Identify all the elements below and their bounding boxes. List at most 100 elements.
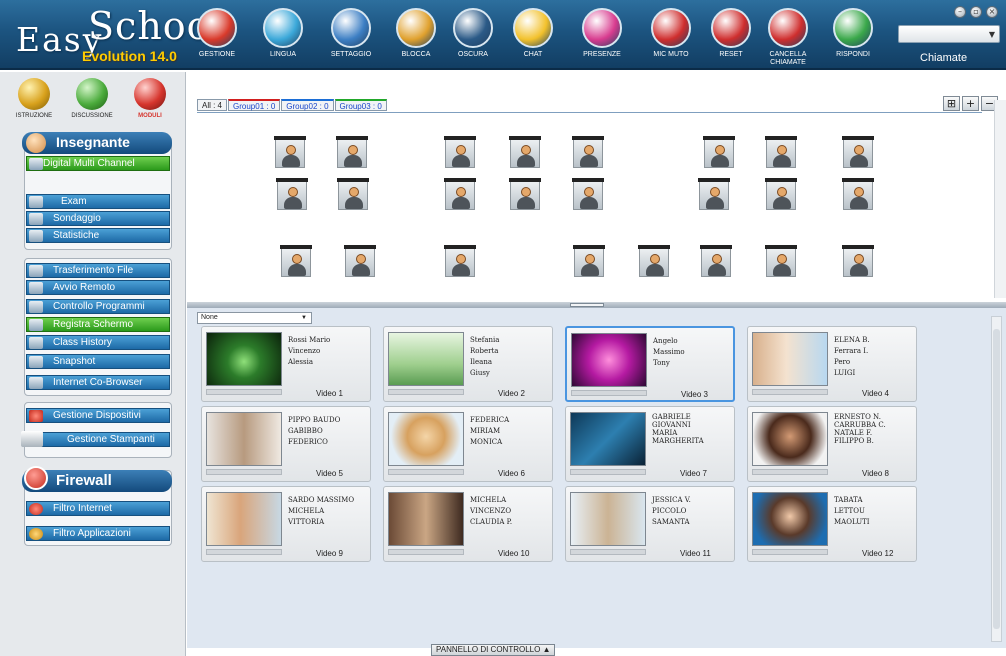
student-desk[interactable] <box>344 245 376 277</box>
video-controls-bar[interactable] <box>570 469 646 475</box>
toolbar-blocca-button[interactable]: BLOCCA <box>385 8 447 66</box>
mode-moduli[interactable]: MODULI <box>120 78 180 119</box>
video-card[interactable]: GABRIELE GIOVANNI MARIA MARGHERITA Video 7 <box>565 406 735 482</box>
student-desk[interactable] <box>573 245 605 277</box>
sidebar-item-digital-multi-channel[interactable]: Digital Multi Channel <box>26 156 170 171</box>
student-desk[interactable] <box>842 136 874 168</box>
student-desk[interactable] <box>276 178 308 210</box>
sidebar-item-exam[interactable]: Exam <box>26 194 170 209</box>
video-thumbnail[interactable] <box>388 492 464 546</box>
sidebar-item-avvio-remoto[interactable]: Avvio Remoto <box>26 280 170 295</box>
control-panel-button[interactable]: PANNELLO DI CONTROLLO ▲ <box>431 644 556 656</box>
video-card[interactable]: Angelo Massimo Tony Video 3 <box>565 326 735 402</box>
toolbar-rispondi-button[interactable]: RISPONDI <box>822 8 884 66</box>
tab-group01[interactable]: Group01 : 0 <box>228 99 281 111</box>
sidebar-item-controllo-programmi[interactable]: Controllo Programmi <box>26 299 170 314</box>
sidebar-item-statistiche[interactable]: Statistiche <box>26 228 170 243</box>
toolbar-reset-button[interactable]: RESET <box>700 8 762 66</box>
minimize-window-icon[interactable]: – <box>954 6 966 18</box>
video-card[interactable]: ELENA B. Ferrara I. Pero LUIGI Video 4 <box>747 326 917 402</box>
video-card[interactable]: Rossi Mario Vincenzo Alessia Video 1 <box>201 326 371 402</box>
student-desk[interactable] <box>274 136 306 168</box>
video-controls-bar[interactable] <box>206 389 282 395</box>
video-scrollbar[interactable] <box>991 316 1002 642</box>
video-controls-bar[interactable] <box>388 389 464 395</box>
student-desk[interactable] <box>842 178 874 210</box>
sidebar-item-gestione-stampanti[interactable]: Gestione Stampanti <box>21 431 170 447</box>
sidebar-item-internet-co-browser[interactable]: Internet Co-Browser <box>26 375 170 390</box>
sidebar-item-snapshot[interactable]: Snapshot <box>26 354 170 369</box>
video-controls-bar[interactable] <box>752 469 828 475</box>
video-thumbnail[interactable] <box>752 492 828 546</box>
tab-group03[interactable]: Group03 : 0 <box>334 99 387 111</box>
student-desk[interactable] <box>698 178 730 210</box>
video-controls-bar[interactable] <box>570 549 646 555</box>
student-desk[interactable] <box>638 245 670 277</box>
video-thumbnail[interactable] <box>388 412 464 466</box>
student-desk[interactable] <box>444 178 476 210</box>
video-card[interactable]: MICHELA VINCENZO CLAUDIA P. Video 10 <box>383 486 553 562</box>
video-controls-bar[interactable] <box>206 469 282 475</box>
grid-view-button[interactable]: ⊞ <box>943 96 960 111</box>
student-desk[interactable] <box>444 245 476 277</box>
sidebar-item-filtro-internet[interactable]: Filtro Internet <box>26 501 170 516</box>
video-scrollbar-thumb[interactable] <box>993 329 1000 629</box>
video-card[interactable]: TABATA LETTOU MAOLUTI Video 12 <box>747 486 917 562</box>
tab-group02[interactable]: Group02 : 0 <box>281 99 334 111</box>
student-desk[interactable] <box>509 136 541 168</box>
sidebar-item-gestione-dispositivi[interactable]: Gestione Dispositivi <box>26 408 170 423</box>
tab-all[interactable]: All : 4 <box>197 99 228 111</box>
student-desk[interactable] <box>337 178 369 210</box>
video-card[interactable]: FEDERICA MIRIAM MONICA Video 6 <box>383 406 553 482</box>
student-desk[interactable] <box>765 245 797 277</box>
video-card[interactable]: Stefania Roberta Ileana Giusy Video 2 <box>383 326 553 402</box>
video-card[interactable]: PIPPO BAUDO GABIBBO FEDERICO Video 5 <box>201 406 371 482</box>
video-controls-bar[interactable] <box>571 390 647 396</box>
mode-istruzione[interactable]: ISTRUZIONE <box>4 78 64 119</box>
sidebar-item-sondaggio[interactable]: Sondaggio <box>26 211 170 226</box>
video-thumbnail[interactable] <box>388 332 464 386</box>
toolbar-mic-muto-button[interactable]: MIC MUTO <box>640 8 702 66</box>
student-desk[interactable] <box>842 245 874 277</box>
student-desk[interactable] <box>509 178 541 210</box>
video-controls-bar[interactable] <box>206 549 282 555</box>
toolbar-cancella-chiamate-button[interactable]: CANCELLA CHIAMATE <box>757 8 819 66</box>
video-card[interactable]: SARDO MASSIMO MICHELA VITTORIA Video 9 <box>201 486 371 562</box>
sidebar-item-registra-schermo[interactable]: Registra Schermo <box>26 317 170 332</box>
zoom-in-button[interactable]: + <box>962 96 979 111</box>
student-desk[interactable] <box>572 136 604 168</box>
student-desk[interactable] <box>336 136 368 168</box>
video-card[interactable]: ERNESTO N. CARRUBBA C. NATALE F. FILIPPO B.… <box>747 406 917 482</box>
sidebar-item-class-history[interactable]: Class History <box>26 335 170 350</box>
video-thumbnail[interactable] <box>570 492 646 546</box>
video-thumbnail[interactable] <box>206 412 282 466</box>
video-card[interactable]: JESSICA V. PICCOLO SAMANTA Video 11 <box>565 486 735 562</box>
video-thumbnail[interactable] <box>571 333 647 387</box>
toolbar-chat-button[interactable]: CHAT <box>502 8 564 66</box>
mode-discussione[interactable]: DISCUSSIONE <box>62 78 122 119</box>
sidebar-item-filtro-applicazioni[interactable]: Filtro Applicazioni <box>26 526 170 541</box>
video-thumbnail[interactable] <box>206 332 282 386</box>
toolbar-gestione-button[interactable]: GESTIONE <box>186 8 248 66</box>
video-thumbnail[interactable] <box>752 412 828 466</box>
close-window-icon[interactable]: × <box>986 6 998 18</box>
toolbar-settaggio-button[interactable]: SETTAGGIO <box>320 8 382 66</box>
restore-window-icon[interactable]: ▫ <box>970 6 982 18</box>
video-thumbnail[interactable] <box>206 492 282 546</box>
student-desk[interactable] <box>444 136 476 168</box>
classroom-scrollbar[interactable] <box>994 100 1006 298</box>
toolbar-lingua-button[interactable]: LINGUA <box>252 8 314 66</box>
video-filter-select[interactable]: None ▼ <box>197 312 312 324</box>
sidebar-item-trasferimento-file[interactable]: Trasferimento File <box>26 263 170 278</box>
video-thumbnail[interactable] <box>752 332 828 386</box>
video-thumbnail[interactable] <box>570 412 646 466</box>
student-desk[interactable] <box>280 245 312 277</box>
student-desk[interactable] <box>700 245 732 277</box>
splitter-grip[interactable] <box>570 303 604 307</box>
student-desk[interactable] <box>572 178 604 210</box>
video-controls-bar[interactable] <box>752 389 828 395</box>
video-controls-bar[interactable] <box>388 469 464 475</box>
student-desk[interactable] <box>765 178 797 210</box>
student-desk[interactable] <box>703 136 735 168</box>
video-controls-bar[interactable] <box>752 549 828 555</box>
